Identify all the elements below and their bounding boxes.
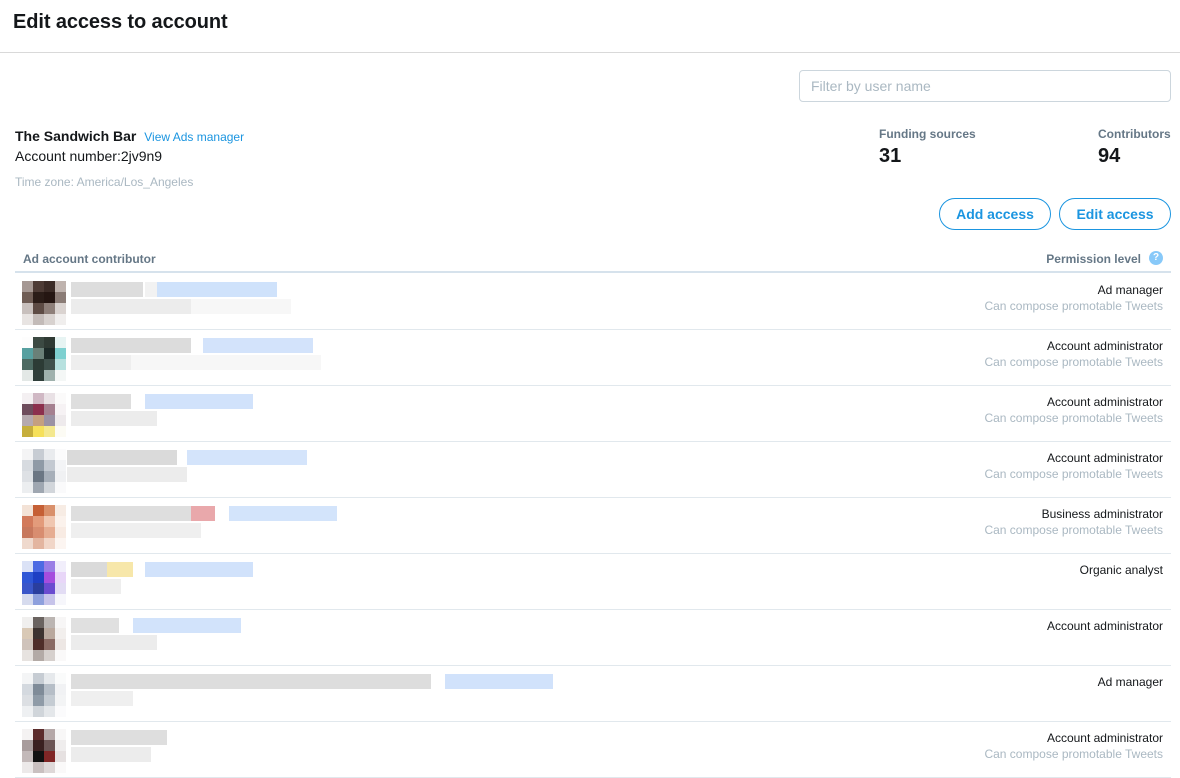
avatar bbox=[22, 281, 66, 325]
table-row[interactable]: Ad manager Can compose promotable Tweets bbox=[15, 274, 1171, 330]
redacted-user-text bbox=[191, 506, 215, 521]
redacted-user-text bbox=[107, 562, 133, 577]
permission-level: Account administrator bbox=[1046, 451, 1163, 465]
redacted-user-text bbox=[71, 674, 431, 689]
permission-level: Account administrator bbox=[1046, 339, 1163, 353]
avatar bbox=[22, 729, 66, 773]
contributors-label: Contributors bbox=[1098, 127, 1171, 141]
page-title: Edit access to account bbox=[13, 11, 228, 33]
redacted-user-text bbox=[71, 299, 191, 314]
redacted-user-text bbox=[71, 579, 121, 594]
permission-level: Account administrator bbox=[1046, 619, 1163, 633]
redacted-user-text bbox=[71, 618, 119, 633]
column-header-contributor: Ad account contributor bbox=[23, 252, 156, 266]
redacted-user-text bbox=[71, 506, 191, 521]
redacted-user-text bbox=[71, 394, 131, 409]
avatar bbox=[22, 561, 66, 605]
redacted-user-text bbox=[71, 635, 157, 650]
redacted-user-text bbox=[191, 299, 291, 314]
permission-description: Can compose promotable Tweets bbox=[984, 747, 1163, 761]
permission-description: Can compose promotable Tweets bbox=[984, 523, 1163, 537]
contributor-list: Ad manager Can compose promotable Tweets A… bbox=[15, 274, 1171, 778]
account-number: Account number:2jv9n9 bbox=[15, 148, 163, 164]
permission-description: Can compose promotable Tweets bbox=[984, 299, 1163, 313]
add-access-button[interactable]: Add access bbox=[939, 198, 1051, 230]
redacted-user-text bbox=[133, 618, 241, 633]
redacted-user-text bbox=[445, 674, 553, 689]
avatar bbox=[22, 617, 66, 661]
permission-level: Ad manager bbox=[1097, 675, 1163, 689]
redacted-user-text bbox=[145, 394, 253, 409]
redacted-user-text bbox=[71, 338, 191, 353]
redacted-user-text bbox=[203, 338, 313, 353]
avatar bbox=[22, 337, 66, 381]
permission-level: Account administrator bbox=[1046, 395, 1163, 409]
redacted-user-text bbox=[71, 282, 143, 297]
redacted-user-text bbox=[71, 747, 151, 762]
avatar bbox=[22, 505, 66, 549]
page-header: Edit access to account bbox=[0, 0, 1180, 53]
redacted-user-text bbox=[145, 562, 253, 577]
table-row[interactable]: Business administrator Can compose promot… bbox=[15, 498, 1171, 554]
redacted-user-text bbox=[71, 523, 201, 538]
permission-level: Ad manager bbox=[1097, 283, 1163, 297]
redacted-user-text bbox=[71, 730, 167, 745]
avatar bbox=[22, 393, 66, 437]
redacted-user-text bbox=[71, 562, 107, 577]
column-header-permission: Permission level bbox=[1046, 252, 1141, 266]
help-icon[interactable]: ? bbox=[1149, 251, 1163, 265]
contributors-count: 94 bbox=[1098, 145, 1121, 167]
table-row[interactable]: Account administrator Can compose promota… bbox=[15, 330, 1171, 386]
redacted-user-text bbox=[157, 282, 277, 297]
redacted-user-text bbox=[131, 355, 321, 370]
redacted-user-text bbox=[71, 691, 133, 706]
redacted-user-text bbox=[187, 450, 307, 465]
funding-sources-label: Funding sources bbox=[879, 127, 976, 141]
table-row[interactable]: Account administrator Can compose promota… bbox=[15, 722, 1171, 778]
permission-level: Organic analyst bbox=[1079, 563, 1163, 577]
redacted-user-text bbox=[67, 467, 187, 482]
permission-level: Business administrator bbox=[1041, 507, 1163, 521]
table-row[interactable]: Ad manager bbox=[15, 666, 1171, 722]
funding-sources-count: 31 bbox=[879, 145, 902, 167]
redacted-user-text bbox=[67, 450, 177, 465]
account-name-line: The Sandwich Bar View Ads manager bbox=[15, 128, 244, 144]
permission-description: Can compose promotable Tweets bbox=[984, 355, 1163, 369]
account-timezone: Time zone: America/Los_Angeles bbox=[15, 175, 194, 189]
redacted-user-text bbox=[229, 506, 337, 521]
redacted-user-text bbox=[71, 355, 131, 370]
view-ads-manager-link[interactable]: View Ads manager bbox=[144, 130, 244, 144]
permission-description: Can compose promotable Tweets bbox=[984, 467, 1163, 481]
edit-access-button[interactable]: Edit access bbox=[1059, 198, 1171, 230]
table-row[interactable]: Account administrator Can compose promota… bbox=[15, 442, 1171, 498]
avatar bbox=[22, 673, 66, 717]
table-header: Ad account contributor Permission level … bbox=[15, 248, 1171, 273]
account-name: The Sandwich Bar bbox=[15, 128, 137, 144]
table-row[interactable]: Account administrator Can compose promota… bbox=[15, 386, 1171, 442]
permission-level: Account administrator bbox=[1046, 731, 1163, 745]
table-row[interactable]: Organic analyst bbox=[15, 554, 1171, 610]
table-row[interactable]: Account administrator bbox=[15, 610, 1171, 666]
filter-by-user-input[interactable] bbox=[799, 70, 1171, 102]
redacted-user-text bbox=[145, 282, 157, 297]
redacted-user-text bbox=[71, 411, 157, 426]
avatar bbox=[22, 449, 66, 493]
permission-description: Can compose promotable Tweets bbox=[984, 411, 1163, 425]
